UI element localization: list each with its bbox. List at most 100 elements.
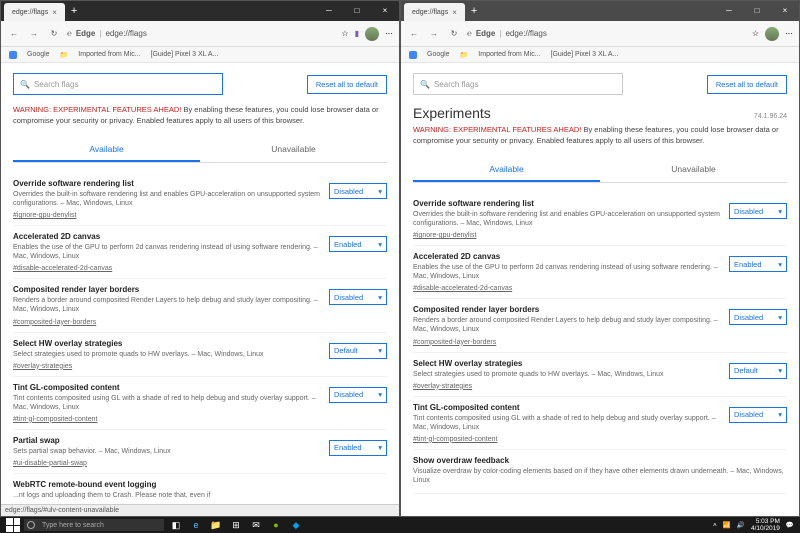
bookmarks-bar: Google 📁Imported from Mic... [Guide] Pix… <box>401 47 799 63</box>
app-icon[interactable]: ✉ <box>248 518 264 532</box>
flag-item: Accelerated 2D canvas Enables the use of… <box>13 226 387 279</box>
flag-select[interactable]: Enabled▾ <box>329 440 387 456</box>
search-icon: 🔍 <box>420 80 430 89</box>
refresh-button[interactable]: ↻ <box>47 27 61 41</box>
bookmark-item[interactable]: Imported from Mic... <box>478 51 540 58</box>
task-view-icon[interactable]: ◧ <box>168 518 184 532</box>
menu-icon[interactable]: ⋯ <box>385 29 393 38</box>
back-button[interactable]: ← <box>7 27 21 41</box>
search-input[interactable]: 🔍 Search flags <box>13 73 223 95</box>
bookmark-item[interactable]: Imported from Mic... <box>78 51 140 58</box>
flag-select[interactable]: Disabled▾ <box>329 183 387 199</box>
app-icon[interactable]: e <box>188 518 204 532</box>
start-button[interactable] <box>6 518 20 532</box>
tab-unavailable[interactable]: Unavailable <box>600 158 787 182</box>
bookmark-icon <box>9 51 17 59</box>
new-tab-button[interactable]: + <box>71 5 77 17</box>
flag-description: ...nt logs and uploading them to Crash. … <box>13 491 387 500</box>
maximize-button[interactable]: □ <box>343 1 371 21</box>
system-tray[interactable]: ˄ 📶 🔊 5:03 PM 4/10/2019 💬 <box>713 518 794 532</box>
back-button[interactable]: ← <box>407 27 421 41</box>
flag-select[interactable]: Disabled▾ <box>729 309 787 325</box>
new-tab-button[interactable]: + <box>471 5 477 17</box>
flag-anchor-link[interactable]: #composited-layer-borders <box>413 339 496 346</box>
site-identity-icon: ℮ <box>67 29 72 38</box>
maximize-button[interactable]: □ <box>743 1 771 21</box>
close-button[interactable]: × <box>371 1 399 21</box>
volume-icon[interactable]: 🔊 <box>737 521 745 529</box>
flag-anchor-link[interactable]: #ignore-gpu-denylist <box>13 212 76 219</box>
flag-description: Enables the use of the GPU to perform 2d… <box>13 243 321 261</box>
bookmark-item[interactable]: Google <box>427 51 450 58</box>
flag-select[interactable]: Disabled▾ <box>329 289 387 305</box>
flag-item: Select HW overlay strategies Select stra… <box>13 333 387 377</box>
flag-title: Tint GL-composited content <box>413 403 721 412</box>
bookmark-item[interactable]: [Guide] Pixel 3 XL A... <box>551 51 619 58</box>
profile-avatar[interactable] <box>365 27 379 41</box>
flag-select[interactable]: Default▾ <box>729 363 787 379</box>
flag-anchor-link[interactable]: #tint-gl-composited-content <box>413 436 497 443</box>
tray-icon[interactable]: ˄ <box>713 522 717 529</box>
flag-anchor-link[interactable]: #overlay-strategies <box>13 363 72 370</box>
forward-button[interactable]: → <box>27 27 41 41</box>
flag-anchor-link[interactable]: #overlay-strategies <box>413 383 472 390</box>
forward-button[interactable]: → <box>427 27 441 41</box>
network-icon[interactable]: 📶 <box>723 521 731 529</box>
reset-all-button[interactable]: Reset all to default <box>707 75 787 94</box>
app-icon[interactable]: ● <box>268 518 284 532</box>
address-bar[interactable]: ℮ Edge | edge://flags <box>67 29 335 38</box>
flag-anchor-link[interactable]: #ignore-gpu-denylist <box>413 232 476 239</box>
address-bar[interactable]: ℮ Edge | edge://flags <box>467 29 746 38</box>
version-text: 74.1.96.24 <box>754 113 787 120</box>
tab-unavailable[interactable]: Unavailable <box>200 138 387 162</box>
minimize-button[interactable]: ─ <box>315 1 343 21</box>
browser-tab[interactable]: edge://flags × <box>404 3 465 21</box>
flag-select[interactable]: Disabled▾ <box>729 203 787 219</box>
app-icon[interactable]: 📁 <box>208 518 224 532</box>
cortana-icon <box>27 521 35 529</box>
flag-anchor-link[interactable]: #tint-gl-composited-content <box>13 416 97 423</box>
chevron-down-icon: ▾ <box>378 293 382 302</box>
minimize-button[interactable]: ─ <box>715 1 743 21</box>
app-icon[interactable]: ◆ <box>288 518 304 532</box>
close-button[interactable]: × <box>771 1 799 21</box>
tab-available[interactable]: Available <box>413 158 600 182</box>
browser-tab[interactable]: edge://flags × <box>4 3 65 21</box>
flag-item: Select HW overlay strategies Select stra… <box>413 353 787 397</box>
flag-title: Tint GL-composited content <box>13 383 321 392</box>
flag-title: Select HW overlay strategies <box>413 359 721 368</box>
chevron-down-icon: ▾ <box>778 207 782 216</box>
favorite-icon[interactable]: ☆ <box>752 29 759 38</box>
flag-anchor-link[interactable]: #composited-layer-borders <box>13 319 96 326</box>
menu-icon[interactable]: ⋯ <box>785 29 793 38</box>
flag-select[interactable]: Disabled▾ <box>329 387 387 403</box>
notifications-icon[interactable]: 💬 <box>786 521 794 529</box>
close-icon[interactable]: × <box>52 8 57 17</box>
flag-select[interactable]: Enabled▾ <box>729 256 787 272</box>
refresh-button[interactable]: ↻ <box>447 27 461 41</box>
titlebar: edge://flags × + ─ □ × <box>401 1 799 21</box>
flag-select[interactable]: Disabled▾ <box>729 407 787 423</box>
favorite-icon[interactable]: ☆ <box>341 29 348 38</box>
flag-anchor-link[interactable]: #ui-disable-partial-swap <box>13 460 87 467</box>
app-icon[interactable]: ⊞ <box>228 518 244 532</box>
search-input[interactable]: 🔍 Search flags <box>413 73 623 95</box>
extension-icon[interactable]: ▮ <box>355 29 359 38</box>
profile-avatar[interactable] <box>765 27 779 41</box>
bookmark-item[interactable]: Google <box>27 51 50 58</box>
tab-available[interactable]: Available <box>13 138 200 162</box>
flags-tabs: Available Unavailable <box>413 158 787 183</box>
bookmark-item[interactable]: [Guide] Pixel 3 XL A... <box>151 51 219 58</box>
close-icon[interactable]: × <box>452 8 457 17</box>
page-content: 🔍 Search flags Reset all to default WARN… <box>1 63 399 504</box>
flag-select[interactable]: Enabled▾ <box>329 236 387 252</box>
reset-all-button[interactable]: Reset all to default <box>307 75 387 94</box>
clock[interactable]: 5:03 PM 4/10/2019 <box>751 518 780 532</box>
addr-url: edge://flags <box>505 29 546 38</box>
flag-select[interactable]: Default▾ <box>329 343 387 359</box>
flag-description: Renders a border around composited Rende… <box>413 316 721 334</box>
status-bar: edge://flags/#ulv-content-unavailable <box>1 504 399 516</box>
taskbar-search[interactable]: Type here to search <box>24 519 164 531</box>
flag-anchor-link[interactable]: #disable-accelerated-2d-canvas <box>413 285 512 292</box>
flag-anchor-link[interactable]: #disable-accelerated-2d-canvas <box>13 265 112 272</box>
